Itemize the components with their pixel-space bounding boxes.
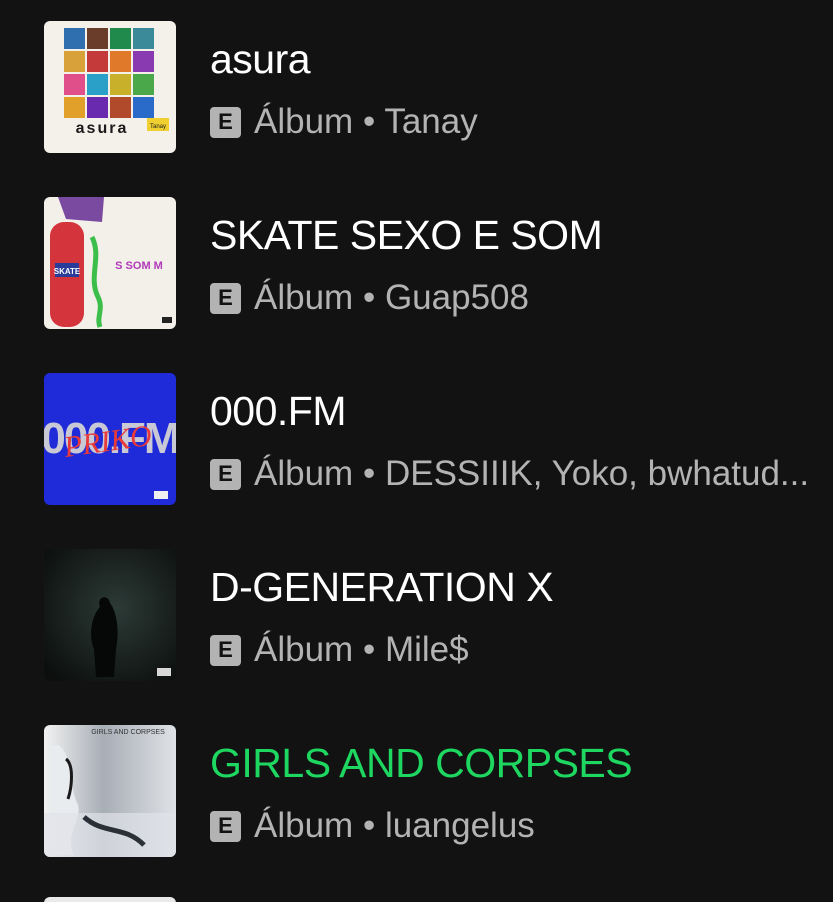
explicit-badge: E (210, 634, 241, 666)
album-art: GIRLS AND CORPSES (44, 725, 176, 857)
album-meta: E Álbum • Mile$ (210, 628, 813, 672)
album-art (44, 549, 176, 681)
svg-text:GIRLS AND CORPSES: GIRLS AND CORPSES (91, 729, 165, 736)
artist-link[interactable]: Mile$ (385, 630, 469, 669)
album-row-asura[interactable]: asura Tanay asura E Álbum • Tanay (0, 0, 833, 176)
artist-link[interactable]: DESSIIIK, Yoko, bwhatud... (385, 454, 809, 493)
album-subtitle: Álbum • luangelus (254, 806, 535, 845)
album-meta: E Álbum • Tanay (210, 100, 813, 144)
album-art: 000.FM PRIKO (44, 373, 176, 505)
album-cover[interactable]: GIRLS AND CORPSES (44, 725, 176, 857)
next-album-cover-partial[interactable] (44, 897, 176, 902)
album-meta: E Álbum • DESSIIIK, Yoko, bwhatud... (210, 452, 813, 496)
album-row-girls-and-corpses[interactable]: GIRLS AND CORPSES GIRLS AND CORPSES E Ál… (0, 704, 833, 880)
album-list: asura Tanay asura E Álbum • Tanay SKATE … (0, 0, 833, 902)
album-subtitle: Álbum • Tanay (254, 102, 478, 141)
album-title[interactable]: SKATE SEXO E SOM (210, 212, 820, 259)
svg-text:asura: asura (76, 120, 129, 137)
explicit-badge: E (210, 810, 241, 842)
album-title[interactable]: asura (210, 36, 820, 83)
album-meta: E Álbum • Guap508 (210, 276, 813, 320)
svg-text:S SOM M: S SOM M (115, 260, 163, 272)
artist-link[interactable]: Tanay (384, 102, 477, 141)
album-cover[interactable]: asura Tanay (44, 21, 176, 153)
album-meta: E Álbum • luangelus (210, 804, 813, 848)
album-cover[interactable] (44, 549, 176, 681)
album-title[interactable]: 000.FM (210, 388, 820, 435)
artist-link[interactable]: Guap508 (385, 278, 529, 317)
album-subtitle: Álbum • Guap508 (254, 278, 529, 317)
album-subtitle: Álbum • DESSIIIK, Yoko, bwhatud... (254, 454, 810, 493)
album-cover[interactable]: SKATE S SOM M (44, 197, 176, 329)
svg-text:Tanay: Tanay (150, 124, 166, 130)
explicit-badge: E (210, 458, 241, 490)
album-title-now-playing[interactable]: GIRLS AND CORPSES (210, 740, 820, 787)
artist-link[interactable]: luangelus (385, 806, 535, 845)
explicit-badge: E (210, 282, 241, 314)
album-title[interactable]: D-GENERATION X (210, 564, 820, 611)
album-art: SKATE S SOM M (44, 197, 176, 329)
svg-text:SKATE: SKATE (54, 267, 81, 276)
album-row-d-generation-x[interactable]: D-GENERATION X E Álbum • Mile$ (0, 528, 833, 704)
album-cover[interactable]: 000.FM PRIKO (44, 373, 176, 505)
album-art: asura Tanay (44, 21, 176, 153)
album-row-000fm[interactable]: 000.FM PRIKO 000.FM E Álbum • DESSIIIK, … (0, 352, 833, 528)
album-subtitle: Álbum • Mile$ (254, 630, 469, 669)
album-row-skate-sexo-e-som[interactable]: SKATE S SOM M SKATE SEXO E SOM E Álbum •… (0, 176, 833, 352)
explicit-badge: E (210, 106, 241, 138)
